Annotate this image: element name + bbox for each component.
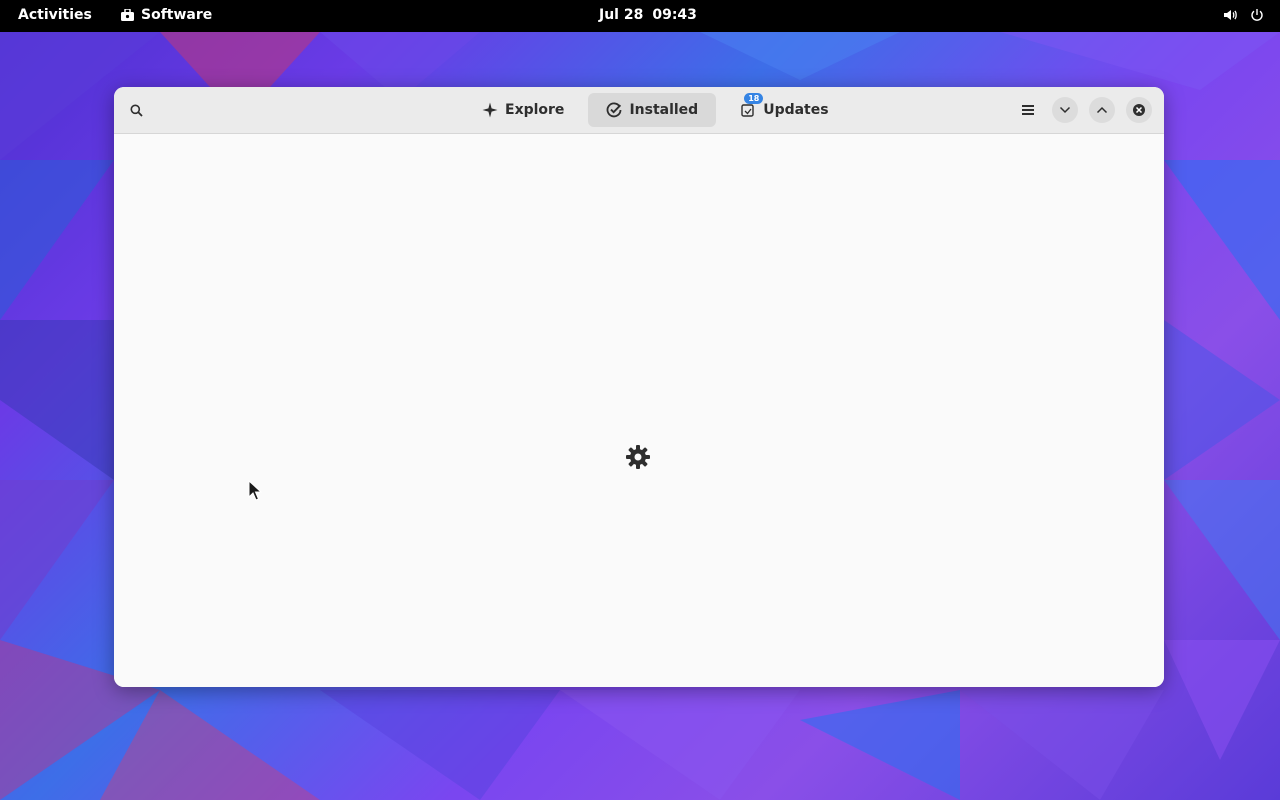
tab-installed[interactable]: Installed [588, 93, 717, 127]
window-controls [1015, 97, 1152, 123]
tab-updates-label: Updates [763, 102, 829, 118]
loading-spinner-icon [626, 445, 650, 469]
close-button[interactable] [1126, 97, 1152, 123]
search-icon [130, 104, 143, 117]
tab-explore[interactable]: Explore [464, 93, 582, 127]
app-menu[interactable]: Software [121, 7, 212, 23]
maximize-button[interactable] [1089, 97, 1115, 123]
close-icon [1133, 104, 1145, 116]
explore-icon [482, 102, 498, 118]
installed-check-icon [607, 102, 622, 118]
header-bar: Explore Installed 18 Updates [114, 87, 1164, 134]
system-tray[interactable] [1223, 8, 1264, 22]
maximize-icon [1096, 106, 1108, 114]
top-bar: Activities Software Jul 28 09:43 [0, 0, 1280, 32]
volume-icon [1224, 10, 1237, 20]
updates-count-badge: 18 [744, 93, 764, 104]
app-name-label: Software [141, 7, 213, 23]
tab-explore-label: Explore [505, 102, 565, 118]
minimize-button[interactable] [1052, 97, 1078, 123]
clock-time: 09:43 [652, 7, 697, 23]
tab-updates[interactable]: 18 Updates [722, 93, 846, 127]
tab-installed-label: Installed [629, 102, 699, 118]
clock-button[interactable]: Jul 28 09:43 [599, 7, 697, 23]
main-menu-button[interactable] [1015, 97, 1041, 123]
power-icon [1251, 9, 1263, 21]
view-switcher: Explore Installed 18 Updates [464, 93, 847, 127]
search-button[interactable] [126, 100, 146, 120]
minimize-icon [1059, 106, 1071, 114]
installed-page-content [114, 134, 1164, 687]
software-window: Explore Installed 18 Updates [114, 87, 1164, 687]
clock-date: Jul 28 [599, 7, 644, 23]
mouse-pointer-icon [248, 480, 262, 501]
updates-icon [741, 104, 754, 117]
activities-button[interactable]: Activities [18, 7, 92, 23]
menu-icon [1022, 105, 1034, 115]
software-app-icon [121, 9, 134, 21]
